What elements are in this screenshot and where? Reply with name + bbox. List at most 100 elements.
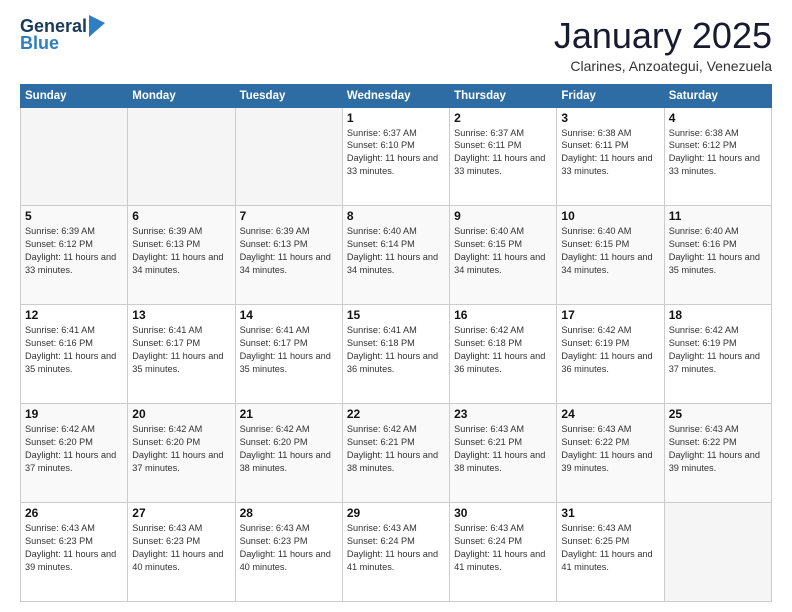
day-info: Sunrise: 6:42 AMSunset: 6:21 PMDaylight:… [347,423,445,475]
day-number: 16 [454,308,552,322]
logo: General Blue [20,16,105,54]
table-row: 30 Sunrise: 6:43 AMSunset: 6:24 PMDayligh… [450,503,557,602]
table-row: 17 Sunrise: 6:42 AMSunset: 6:19 PMDayligh… [557,305,664,404]
day-number: 25 [669,407,767,421]
table-row: 19Sunrise: 6:42 AMSunset: 6:20 PMDayligh… [21,404,128,503]
col-thursday: Thursday [450,84,557,107]
table-row: 25 Sunrise: 6:43 AMSunset: 6:22 PMDayligh… [664,404,771,503]
day-number: 15 [347,308,445,322]
day-number: 1 [347,111,445,125]
month-title: January 2025 [554,16,772,56]
table-row: 24Sunrise: 6:43 AMSunset: 6:22 PMDayligh… [557,404,664,503]
day-number: 24 [561,407,659,421]
day-number: 22 [347,407,445,421]
day-info: Sunrise: 6:40 AMSunset: 6:14 PMDaylight:… [347,225,445,277]
day-number: 20 [132,407,230,421]
calendar-table: Sunday Monday Tuesday Wednesday Thursday… [20,84,772,602]
day-number: 9 [454,209,552,223]
table-row: 5Sunrise: 6:39 AMSunset: 6:12 PMDaylight… [21,206,128,305]
day-number: 18 [669,308,767,322]
table-row: 11Sunrise: 6:40 AMSunset: 6:16 PMDayligh… [664,206,771,305]
day-number: 21 [240,407,338,421]
location-title: Clarines, Anzoategui, Venezuela [554,58,772,74]
table-row: 1 Sunrise: 6:37 AMSunset: 6:10 PMDaylight… [342,107,449,206]
day-number: 2 [454,111,552,125]
table-row [235,107,342,206]
table-row: 26 Sunrise: 6:43 AMSunset: 6:23 PMDayligh… [21,503,128,602]
day-number: 13 [132,308,230,322]
day-info: Sunrise: 6:40 AMSunset: 6:15 PMDaylight:… [561,225,659,277]
calendar-week-row: 1 Sunrise: 6:37 AMSunset: 6:10 PMDaylight… [21,107,772,206]
day-info: Sunrise: 6:43 AMSunset: 6:23 PMDaylight:… [25,522,123,574]
title-section: January 2025 Clarines, Anzoategui, Venez… [554,16,772,74]
table-row: 2 Sunrise: 6:37 AMSunset: 6:11 PMDaylight… [450,107,557,206]
day-info: Sunrise: 6:42 AMSunset: 6:20 PMDaylight:… [240,423,338,475]
day-number: 6 [132,209,230,223]
table-row: 28 Sunrise: 6:43 AMSunset: 6:23 PMDayligh… [235,503,342,602]
col-friday: Friday [557,84,664,107]
table-row: 20 Sunrise: 6:42 AMSunset: 6:20 PMDayligh… [128,404,235,503]
day-info: Sunrise: 6:43 AMSunset: 6:24 PMDaylight:… [454,522,552,574]
day-info: Sunrise: 6:38 AMSunset: 6:12 PMDaylight:… [669,127,767,179]
calendar-header-row: Sunday Monday Tuesday Wednesday Thursday… [21,84,772,107]
table-row [128,107,235,206]
day-info: Sunrise: 6:41 AMSunset: 6:17 PMDaylight:… [240,324,338,376]
day-number: 10 [561,209,659,223]
table-row: 22 Sunrise: 6:42 AMSunset: 6:21 PMDayligh… [342,404,449,503]
col-monday: Monday [128,84,235,107]
header: General Blue January 2025 Clarines, Anzo… [20,16,772,74]
table-row: 16Sunrise: 6:42 AMSunset: 6:18 PMDayligh… [450,305,557,404]
col-sunday: Sunday [21,84,128,107]
col-tuesday: Tuesday [235,84,342,107]
logo-icon [89,15,105,37]
day-number: 23 [454,407,552,421]
day-info: Sunrise: 6:41 AMSunset: 6:16 PMDaylight:… [25,324,123,376]
table-row: 21 Sunrise: 6:42 AMSunset: 6:20 PMDayligh… [235,404,342,503]
day-info: Sunrise: 6:43 AMSunset: 6:23 PMDaylight:… [240,522,338,574]
table-row: 12Sunrise: 6:41 AMSunset: 6:16 PMDayligh… [21,305,128,404]
day-info: Sunrise: 6:39 AMSunset: 6:12 PMDaylight:… [25,225,123,277]
table-row: 18 Sunrise: 6:42 AMSunset: 6:19 PMDayligh… [664,305,771,404]
day-number: 30 [454,506,552,520]
day-info: Sunrise: 6:39 AMSunset: 6:13 PMDaylight:… [132,225,230,277]
day-info: Sunrise: 6:37 AMSunset: 6:11 PMDaylight:… [454,127,552,179]
table-row [664,503,771,602]
day-info: Sunrise: 6:40 AMSunset: 6:15 PMDaylight:… [454,225,552,277]
day-info: Sunrise: 6:42 AMSunset: 6:19 PMDaylight:… [561,324,659,376]
day-info: Sunrise: 6:43 AMSunset: 6:21 PMDaylight:… [454,423,552,475]
table-row: 29Sunrise: 6:43 AMSunset: 6:24 PMDayligh… [342,503,449,602]
day-number: 28 [240,506,338,520]
table-row: 27Sunrise: 6:43 AMSunset: 6:23 PMDayligh… [128,503,235,602]
table-row: 3Sunrise: 6:38 AMSunset: 6:11 PMDaylight… [557,107,664,206]
table-row: 23 Sunrise: 6:43 AMSunset: 6:21 PMDayligh… [450,404,557,503]
day-info: Sunrise: 6:42 AMSunset: 6:19 PMDaylight:… [669,324,767,376]
calendar-week-row: 12Sunrise: 6:41 AMSunset: 6:16 PMDayligh… [21,305,772,404]
calendar-week-row: 5Sunrise: 6:39 AMSunset: 6:12 PMDaylight… [21,206,772,305]
table-row: 15Sunrise: 6:41 AMSunset: 6:18 PMDayligh… [342,305,449,404]
table-row: 13Sunrise: 6:41 AMSunset: 6:17 PMDayligh… [128,305,235,404]
day-number: 4 [669,111,767,125]
day-number: 17 [561,308,659,322]
day-number: 29 [347,506,445,520]
day-info: Sunrise: 6:42 AMSunset: 6:20 PMDaylight:… [25,423,123,475]
table-row: 14 Sunrise: 6:41 AMSunset: 6:17 PMDayligh… [235,305,342,404]
table-row: 10 Sunrise: 6:40 AMSunset: 6:15 PMDayligh… [557,206,664,305]
day-number: 7 [240,209,338,223]
day-number: 27 [132,506,230,520]
day-number: 14 [240,308,338,322]
table-row: 8Sunrise: 6:40 AMSunset: 6:14 PMDaylight… [342,206,449,305]
logo-blue: Blue [20,33,59,54]
day-info: Sunrise: 6:43 AMSunset: 6:25 PMDaylight:… [561,522,659,574]
col-wednesday: Wednesday [342,84,449,107]
day-info: Sunrise: 6:37 AMSunset: 6:10 PMDaylight:… [347,127,445,179]
page: General Blue January 2025 Clarines, Anzo… [0,0,792,612]
col-saturday: Saturday [664,84,771,107]
day-info: Sunrise: 6:40 AMSunset: 6:16 PMDaylight:… [669,225,767,277]
table-row: 4 Sunrise: 6:38 AMSunset: 6:12 PMDaylight… [664,107,771,206]
day-number: 26 [25,506,123,520]
calendar-week-row: 19Sunrise: 6:42 AMSunset: 6:20 PMDayligh… [21,404,772,503]
day-info: Sunrise: 6:43 AMSunset: 6:22 PMDaylight:… [669,423,767,475]
table-row: 6 Sunrise: 6:39 AMSunset: 6:13 PMDaylight… [128,206,235,305]
table-row: 9 Sunrise: 6:40 AMSunset: 6:15 PMDaylight… [450,206,557,305]
day-info: Sunrise: 6:42 AMSunset: 6:20 PMDaylight:… [132,423,230,475]
